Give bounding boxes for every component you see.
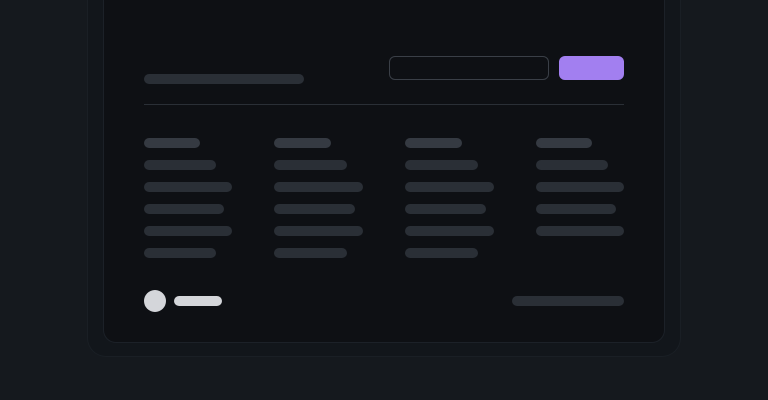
column-header	[536, 138, 592, 148]
table-cell	[144, 182, 232, 192]
header-divider	[144, 104, 624, 105]
page-title-placeholder	[144, 74, 304, 84]
table-cell	[536, 204, 616, 214]
table-cell	[144, 204, 224, 214]
table-cell	[274, 160, 347, 170]
table-cell	[405, 182, 494, 192]
table-cell	[536, 160, 608, 170]
table-cell	[144, 226, 232, 236]
table-cell	[144, 160, 216, 170]
footer-status-text	[512, 296, 624, 306]
table-cell	[405, 226, 494, 236]
table-cell	[405, 248, 478, 258]
table-cell	[274, 226, 363, 236]
content-card	[104, 0, 664, 342]
table-cell	[274, 248, 347, 258]
primary-action-button[interactable]	[559, 56, 624, 80]
table-cell	[536, 226, 624, 236]
avatar[interactable]	[144, 290, 166, 312]
table-cell	[405, 160, 478, 170]
table-cell	[144, 248, 216, 258]
search-input[interactable]	[389, 56, 549, 80]
table-cell	[536, 182, 624, 192]
table-cell	[405, 204, 486, 214]
table-cell	[274, 204, 355, 214]
column-header	[274, 138, 331, 148]
table-cell	[274, 182, 363, 192]
user-name	[174, 296, 222, 306]
column-header	[144, 138, 200, 148]
app-background	[0, 0, 768, 400]
column-header	[405, 138, 462, 148]
